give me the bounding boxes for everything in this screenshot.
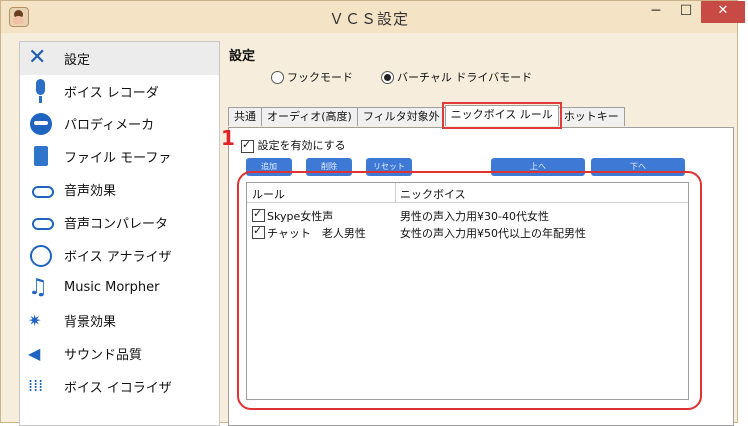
mask-icon <box>28 111 54 137</box>
enable-label: 設定を有効にする <box>257 139 346 152</box>
equalizer-icon <box>28 373 54 399</box>
settings-window: ＶＣＳ設定 ─ ☐ ✕ 設定 ボイス レコーダ パロディメーカ ファイル モーフ… <box>0 0 745 426</box>
tab-filter-exclusion[interactable]: フィルタ対象外 <box>356 107 446 126</box>
close-button[interactable]: ✕ <box>701 1 745 23</box>
music-note-icon <box>28 275 54 301</box>
virtual-driver-mode-radio[interactable]: バーチャル ドライバモード <box>381 69 532 85</box>
minimize-button[interactable]: ─ <box>641 1 671 23</box>
sidebar-item-voice-comparator[interactable]: 音声コンパレータ <box>20 206 219 239</box>
sidebar-item-label: Music Morpher <box>64 280 160 296</box>
sidebar-item-label: 設定 <box>64 52 91 68</box>
radio-circle <box>381 70 394 84</box>
lips-icon <box>28 177 54 203</box>
background-effect-icon <box>28 308 54 334</box>
microphone-icon <box>28 78 54 104</box>
sidebar-item-label: 音声効果 <box>64 184 117 200</box>
hook-mode-radio[interactable]: フックモード <box>271 69 353 85</box>
sidebar-item-parody-maker[interactable]: パロディメーカ <box>20 108 219 141</box>
sidebar-item-voice-equalizer[interactable]: ボイス イコライザ <box>20 370 219 403</box>
lips-compare-icon <box>28 209 54 235</box>
sidebar-item-voice-effects[interactable]: 音声効果 <box>20 173 219 206</box>
sidebar-item-label: 音声コンパレータ <box>64 216 169 232</box>
checkbox[interactable] <box>241 138 254 153</box>
sidebar-item-voice-recorder[interactable]: ボイス レコーダ <box>20 75 219 108</box>
radio-label: フックモード <box>287 71 353 84</box>
sidebar-item-label: ボイス イコライザ <box>64 380 172 396</box>
sidebar-item-label: ボイス アナライザ <box>64 249 172 265</box>
highlight-frame <box>237 171 702 410</box>
page-title: 設定 <box>229 49 256 64</box>
sidebar-item-label: ファイル モーファ <box>64 151 172 167</box>
enable-setting-checkbox[interactable]: 設定を有効にする <box>241 137 346 153</box>
tab-common[interactable]: 共通 <box>228 107 262 126</box>
sidebar-item-background-effects[interactable]: 背景効果 <box>20 304 219 337</box>
maximize-button[interactable]: ☐ <box>671 1 701 23</box>
tab-hotkeys[interactable]: ホットキー <box>557 107 625 126</box>
window-title: ＶＣＳ設定 <box>328 10 409 28</box>
sidebar: 設定 ボイス レコーダ パロディメーカ ファイル モーファ 音声効果 音声コンパ… <box>19 41 220 426</box>
sidebar-item-voice-analyzer[interactable]: ボイス アナライザ <box>20 239 219 272</box>
title-bar: ＶＣＳ設定 ─ ☐ ✕ <box>1 1 745 33</box>
step-marker: 1 <box>221 126 235 150</box>
file-icon <box>28 144 54 170</box>
tools-icon <box>28 45 54 71</box>
radio-circle <box>271 70 284 84</box>
tab-audio-advanced[interactable]: オーディオ(高度) <box>261 107 358 126</box>
sidebar-item-settings[interactable]: 設定 <box>20 42 219 75</box>
speaker-icon <box>28 341 54 367</box>
sidebar-item-label: サウンド品質 <box>64 348 143 364</box>
sidebar-item-label: ボイス レコーダ <box>64 85 159 101</box>
sidebar-item-music-morpher[interactable]: Music Morpher <box>20 272 219 305</box>
radio-label: バーチャル ドライバモード <box>397 71 533 84</box>
sidebar-item-label: パロディメーカ <box>64 118 155 134</box>
sidebar-item-file-morpher[interactable]: ファイル モーファ <box>20 140 219 173</box>
tab-nickvoice-rules[interactable]: ニックボイス ルール <box>441 102 562 129</box>
sidebar-item-sound-quality[interactable]: サウンド品質 <box>20 337 219 370</box>
analyzer-icon <box>28 242 54 268</box>
tab-bar: 共通 オーディオ(高度) フィルタ対象外 ニックボイス ルール ホットキー <box>228 102 625 129</box>
sidebar-item-label: 背景効果 <box>64 315 117 331</box>
